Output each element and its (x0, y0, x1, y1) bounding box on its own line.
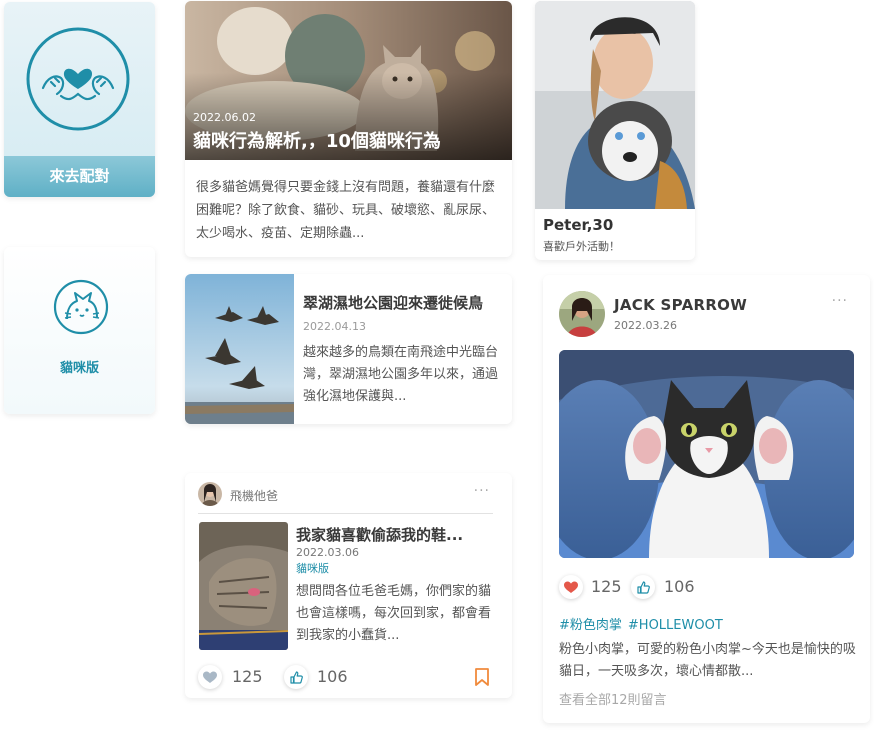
hashtag-link[interactable]: #粉色肉掌 (559, 618, 622, 633)
cat-board-tile[interactable]: 貓咪版 (4, 247, 155, 414)
thumbs-count: 106 (664, 577, 695, 596)
post-excerpt: 想問問各位毛爸毛媽，你們家的貓也會這樣嗎，每次回到家，都會看到我家的小蠢貨... (296, 584, 492, 643)
avatar[interactable] (559, 291, 605, 337)
thumbs-up-icon (289, 670, 303, 684)
like-button[interactable] (198, 665, 222, 689)
article-date: 2022.04.13 (303, 320, 366, 333)
thumbs-up-icon (636, 580, 650, 594)
post-photo (559, 350, 854, 558)
article-title[interactable]: 翠湖濕地公園迎來遷徙候鳥 (303, 292, 483, 313)
heart-hands-icon (25, 26, 131, 132)
post-author[interactable]: 飛機他爸 (230, 487, 278, 504)
cat-board-label: 貓咪版 (59, 361, 99, 376)
article-thumbnail (185, 274, 294, 424)
post-thumbnail (199, 522, 288, 650)
avatar[interactable] (198, 482, 222, 506)
post-body: 粉色小肉掌，可愛的粉色小肉掌~今天也是愉快的吸貓日，一天吸多次，壞心情都散... (559, 642, 856, 679)
like-count: 125 (232, 667, 263, 686)
more-options-icon[interactable]: ··· (474, 483, 490, 499)
reaction-bar: 125 106 (198, 665, 498, 691)
heart-icon (203, 671, 217, 683)
like-count: 125 (591, 577, 622, 596)
bookmark-icon[interactable] (474, 668, 490, 686)
forum-post-card[interactable]: 飛機他爸 ··· 我家貓喜歡偷舔我的鞋... 2022.03.06 貓咪版 想問… (185, 473, 512, 698)
more-options-icon[interactable]: ··· (832, 293, 848, 309)
divider (198, 513, 493, 514)
profile-bio: 喜歡戶外活動！ (543, 240, 620, 253)
feed-post-card[interactable]: JACK SPARROW 2022.03.26 ··· 125 106 #粉色肉… (543, 275, 870, 723)
post-date: 2022.03.26 (614, 319, 677, 332)
match-button[interactable]: 來去配對 (4, 156, 155, 197)
matching-tile[interactable]: 來去配對 (4, 2, 155, 197)
featured-article-card[interactable]: 2022.06.02 貓咪行為解析,，10個貓咪行為 很多貓爸媽覺得只要金錢上沒… (185, 1, 512, 257)
post-title[interactable]: 我家貓喜歡偷舔我的鞋... (296, 524, 463, 545)
bird-article-card[interactable]: 翠湖濕地公園迎來遷徙候鳥 2022.04.13 越來越多的鳥類在南飛途中光臨台灣… (185, 274, 512, 424)
hashtag-list: #粉色肉掌 #HOLLEWOOT (559, 614, 729, 633)
cat-face-icon (53, 279, 109, 335)
thumbs-up-button[interactable] (631, 575, 655, 599)
post-date: 2022.03.06 (296, 546, 359, 559)
article-date: 2022.06.02 (193, 111, 256, 124)
post-author[interactable]: JACK SPARROW (614, 296, 747, 314)
like-button[interactable] (559, 575, 583, 599)
article-excerpt: 很多貓爸媽覺得只要金錢上沒有問題，養貓還有什麼困難呢？除了飲食、貓砂、玩具、破壞… (196, 180, 496, 241)
article-excerpt: 越來越多的鳥類在南飛途中光臨台灣，翠湖濕地公園多年以來，通過強化濕地保護與... (303, 345, 499, 404)
profile-name: Peter,30 (543, 216, 614, 234)
article-title[interactable]: 貓咪行為解析,，10個貓咪行為 (193, 127, 441, 153)
hashtag-link[interactable]: #HOLLEWOOT (628, 618, 723, 633)
reaction-bar: 125 106 (559, 575, 859, 601)
thumbs-up-button[interactable] (284, 665, 308, 689)
profile-photo (535, 1, 695, 209)
heart-icon (564, 581, 578, 593)
profile-card[interactable]: Peter,30 喜歡戶外活動！ (535, 1, 695, 260)
post-board-tag[interactable]: 貓咪版 (296, 560, 329, 576)
thumbs-count: 106 (317, 667, 348, 686)
view-comments-link[interactable]: 查看全部12則留言 (559, 689, 667, 708)
